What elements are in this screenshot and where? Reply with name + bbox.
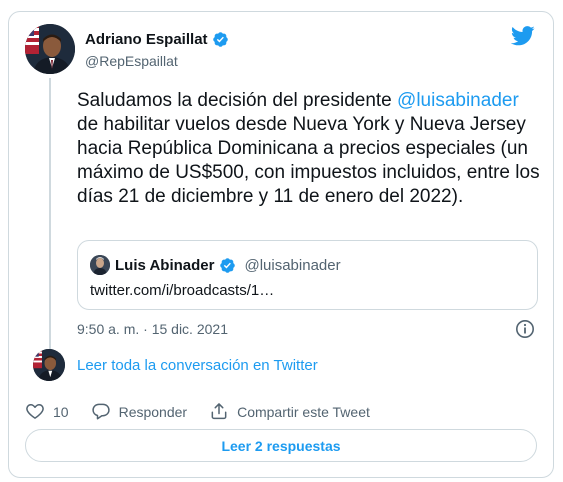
- author-display-name[interactable]: Adriano Espaillat: [85, 31, 208, 48]
- verified-badge-icon: [219, 257, 236, 274]
- reply-button[interactable]: Responder: [91, 401, 188, 424]
- verified-badge-icon: [212, 31, 229, 48]
- tweet-timestamp[interactable]: 9:50 a. m. · 15 dic. 2021: [77, 321, 228, 337]
- action-bar: 10 Responder Compartir este Tweet: [25, 402, 392, 422]
- heart-icon: [25, 401, 45, 424]
- twitter-bird-icon[interactable]: [510, 26, 535, 46]
- quoted-author-handle: @luisabinader: [244, 256, 341, 274]
- share-label: Compartir este Tweet: [237, 404, 370, 420]
- quoted-author-avatar: [90, 255, 110, 275]
- tweet-text-after: de habilitar vuelos desde Nueva York y N…: [77, 114, 540, 207]
- like-button[interactable]: 10: [25, 401, 69, 424]
- reply-label: Responder: [118, 404, 188, 420]
- quoted-author-name: Luis Abinader: [115, 256, 215, 274]
- author-avatar[interactable]: [25, 24, 75, 74]
- author-info: Adriano Espaillat @RepEspaillat: [85, 31, 229, 69]
- quoted-tweet-link[interactable]: twitter.com/i/broadcasts/1…: [90, 282, 274, 299]
- share-button[interactable]: Compartir este Tweet: [209, 401, 370, 424]
- mention-link[interactable]: @luisabinader: [397, 90, 519, 111]
- tweet-text: Saludamos la decisión del presidente @lu…: [77, 89, 543, 209]
- embedded-tweet-card: Adriano Espaillat @RepEspaillat Saludamo…: [8, 11, 554, 478]
- quoted-tweet[interactable]: Luis Abinader @luisabinader twitter.com/…: [77, 240, 538, 310]
- like-count: 10: [53, 404, 69, 420]
- info-icon[interactable]: [515, 319, 535, 339]
- author-avatar-small[interactable]: [33, 349, 65, 381]
- read-conversation-link[interactable]: Leer toda la conversación en Twitter: [77, 357, 318, 374]
- thread-line: [49, 78, 51, 356]
- read-replies-button[interactable]: Leer 2 respuestas: [25, 429, 537, 462]
- author-handle[interactable]: @RepEspaillat: [85, 53, 229, 69]
- quoted-tweet-header: Luis Abinader @luisabinader: [90, 255, 341, 275]
- share-icon: [209, 401, 229, 424]
- reply-icon: [91, 401, 111, 424]
- tweet-text-before: Saludamos la decisión del presidente: [77, 90, 398, 111]
